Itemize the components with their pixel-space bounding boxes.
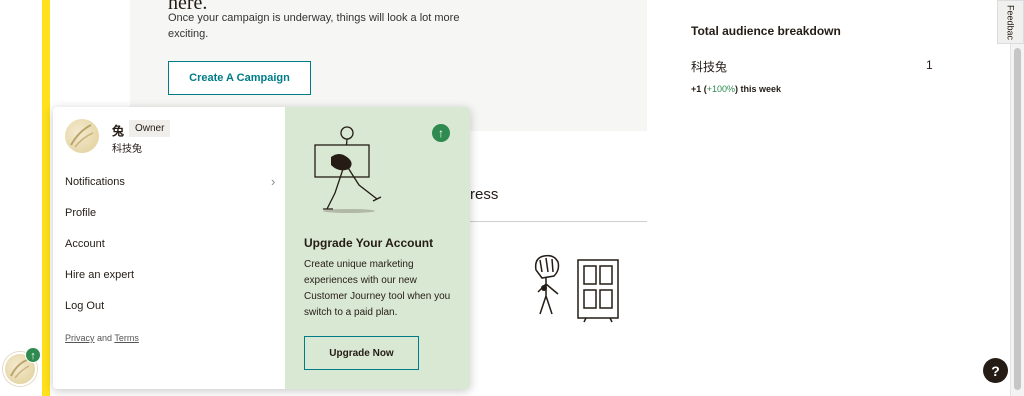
- upgrade-arrow-icon: ↑: [25, 347, 41, 363]
- menu-item-notifications[interactable]: Notifications ›: [65, 174, 276, 189]
- audience-weekly-change: +1 (+100%) this week: [691, 84, 941, 94]
- empty-state-text: Once your campaign is underway, things w…: [168, 12, 460, 40]
- audience-row: 科技兔 1: [691, 58, 941, 74]
- fist-and-door-illustration: [534, 254, 619, 323]
- menu-item-profile[interactable]: Profile: [65, 207, 275, 219]
- audience-count: 1: [926, 58, 933, 72]
- person-carrying-board-illustration: [314, 126, 382, 213]
- upgrade-now-button[interactable]: Upgrade Now: [304, 336, 419, 370]
- legal-links: Privacy and Terms: [65, 333, 139, 343]
- legal-and-text: and: [94, 333, 115, 343]
- help-button[interactable]: ?: [983, 358, 1008, 383]
- feedback-tab[interactable]: Feedbac: [997, 0, 1024, 44]
- arrow-up-icon: ↑: [432, 124, 450, 142]
- avatar: [65, 119, 99, 153]
- rail-accent-bar: [42, 0, 50, 396]
- audience-change-percent: +100%: [706, 84, 736, 94]
- left-rail: [0, 0, 42, 396]
- upgrade-panel: ↑ Upgrade Your Account Create unique mar…: [285, 107, 470, 389]
- menu-item-label: Hire an expert: [65, 269, 135, 281]
- menu-item-label: Profile: [65, 207, 97, 219]
- audience-name: 科技兔: [691, 60, 728, 74]
- role-badge: Owner: [129, 120, 171, 137]
- upgrade-description: Create unique marketing experiences with…: [304, 259, 451, 318]
- progress-section-title: ress: [470, 186, 499, 203]
- user-name: 兔: [112, 124, 125, 138]
- menu-item-hire-expert[interactable]: Hire an expert: [65, 269, 275, 281]
- create-campaign-button[interactable]: Create A Campaign: [168, 61, 311, 95]
- audience-breakdown-title: Total audience breakdown: [691, 24, 841, 38]
- audience-change-prefix: +1 (: [691, 84, 707, 94]
- menu-item-log-out[interactable]: Log Out: [65, 300, 275, 312]
- upgrade-title: Upgrade Your Account: [304, 236, 434, 250]
- scrollbar-thumb[interactable]: [1014, 48, 1021, 390]
- privacy-link[interactable]: Privacy: [65, 333, 95, 343]
- audience-breakdown: Total audience breakdown 科技兔 1 +1 (+100%…: [691, 24, 941, 94]
- account-name: 科技兔: [112, 144, 142, 155]
- chevron-right-icon: ›: [271, 174, 276, 189]
- avatar-image: [70, 124, 94, 148]
- audience-change-suffix: ) this week: [735, 84, 782, 94]
- menu-item-label: Notifications: [65, 176, 125, 188]
- account-menu: 兔 Owner 科技兔 Notifications › Profile Acco…: [53, 107, 470, 389]
- page-scrollbar[interactable]: [1010, 0, 1024, 396]
- menu-item-label: Account: [65, 238, 105, 250]
- account-menu-links: 兔 Owner 科技兔 Notifications › Profile Acco…: [53, 107, 285, 389]
- terms-link[interactable]: Terms: [114, 333, 139, 343]
- menu-item-label: Log Out: [65, 300, 105, 312]
- menu-item-account[interactable]: Account: [65, 238, 275, 250]
